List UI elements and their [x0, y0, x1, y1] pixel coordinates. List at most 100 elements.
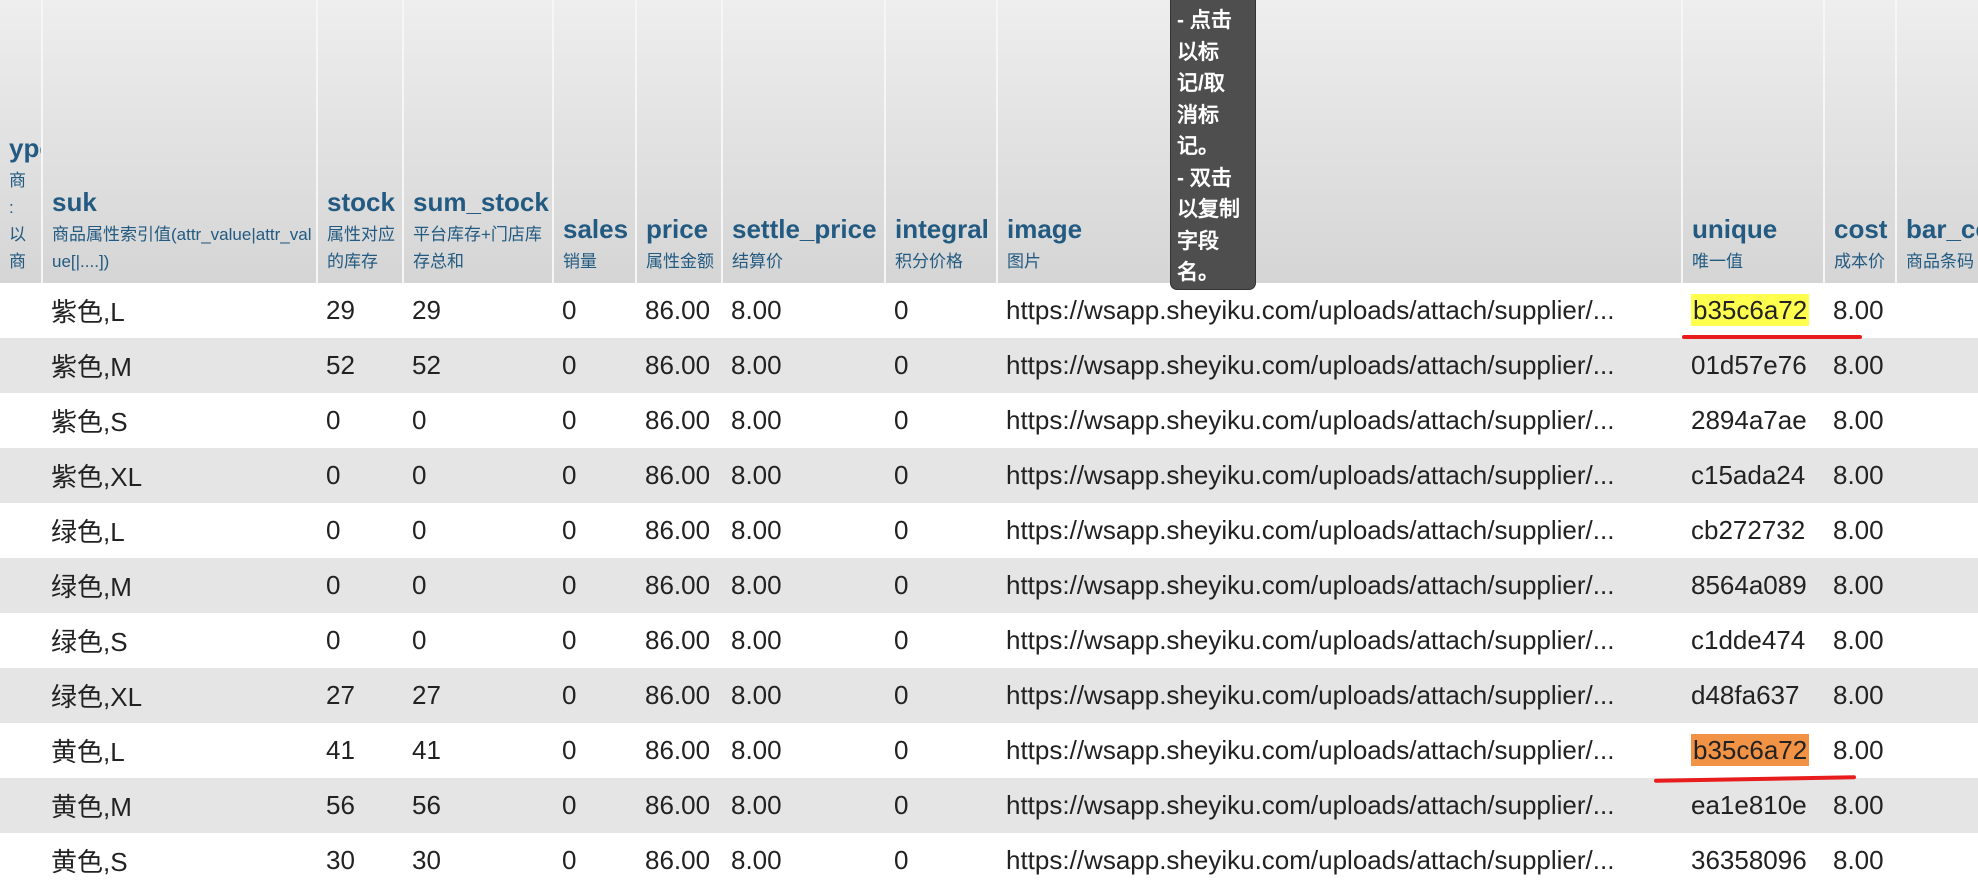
table-cell-type[interactable] — [0, 338, 42, 393]
table-cell-sales[interactable]: 0 — [553, 283, 636, 338]
table-cell-price[interactable]: 86.00 — [636, 448, 722, 503]
table-row[interactable]: 紫色,XL 0 0 0 86.00 8.00 0 https://wsapp.sheyiku.… — [0, 448, 1978, 503]
table-cell-sales[interactable]: 0 — [553, 338, 636, 393]
table-cell-unique[interactable]: b35c6a72 — [1682, 723, 1824, 778]
table-row[interactable]: 黄色,L 41 41 0 86.00 8.00 0 https://wsapp.sheyiku… — [0, 723, 1978, 778]
table-cell-suk[interactable]: 黄色,M — [42, 778, 317, 833]
table-cell-image[interactable]: https://wsapp.sheyiku.com/uploads/attach… — [997, 503, 1682, 558]
column-header-sales[interactable]: sales 销量 — [553, 0, 637, 283]
table-cell-unique[interactable]: 36358096 — [1682, 833, 1824, 888]
table-cell-integral[interactable]: 0 — [885, 668, 997, 723]
table-cell-suk[interactable]: 紫色,L — [42, 283, 317, 338]
table-row[interactable]: 紫色,M 52 52 0 86.00 8.00 0 https://wsapp.sheyiku… — [0, 338, 1978, 393]
column-header-price[interactable]: price 属性金额 — [636, 0, 723, 283]
table-cell-image[interactable]: https://wsapp.sheyiku.com/uploads/attach… — [997, 393, 1682, 448]
table-cell-cost[interactable]: 8.00 — [1824, 448, 1896, 503]
table-cell-type[interactable] — [0, 778, 42, 833]
table-cell-sum-stock[interactable]: 0 — [403, 503, 553, 558]
table-cell-image[interactable]: https://wsapp.sheyiku.com/uploads/attach… — [997, 283, 1682, 338]
table-cell-sum-stock[interactable]: 56 — [403, 778, 553, 833]
table-cell-suk[interactable]: 黄色,L — [42, 723, 317, 778]
table-cell-unique[interactable]: b35c6a72 — [1682, 283, 1824, 338]
table-cell-cost[interactable]: 8.00 — [1824, 723, 1896, 778]
table-cell-unique[interactable]: d48fa637 — [1682, 668, 1824, 723]
table-cell-price[interactable]: 86.00 — [636, 778, 722, 833]
column-header-settle-price[interactable]: settle_price 结算价 — [722, 0, 886, 283]
table-cell-suk[interactable]: 黄色,S — [42, 833, 317, 888]
table-cell-stock[interactable]: 27 — [317, 668, 403, 723]
table-cell-bar-code[interactable] — [1896, 778, 1978, 833]
table-cell-cost[interactable]: 8.00 — [1824, 503, 1896, 558]
table-cell-integral[interactable]: 0 — [885, 393, 997, 448]
table-cell-sales[interactable]: 0 — [553, 448, 636, 503]
table-cell-bar-code[interactable] — [1896, 668, 1978, 723]
table-cell-type[interactable] — [0, 283, 42, 338]
table-cell-bar-code[interactable] — [1896, 503, 1978, 558]
table-cell-suk[interactable]: 绿色,XL — [42, 668, 317, 723]
table-cell-sales[interactable]: 0 — [553, 668, 636, 723]
table-cell-settle-price[interactable]: 8.00 — [722, 448, 885, 503]
table-row[interactable]: 绿色,S 0 0 0 86.00 8.00 0 https://wsapp.sheyiku.c… — [0, 613, 1978, 668]
table-cell-price[interactable]: 86.00 — [636, 503, 722, 558]
table-cell-image[interactable]: https://wsapp.sheyiku.com/uploads/attach… — [997, 833, 1682, 888]
table-cell-type[interactable] — [0, 448, 42, 503]
table-cell-unique[interactable]: 8564a089 — [1682, 558, 1824, 613]
table-row[interactable]: 黄色,S 30 30 0 86.00 8.00 0 https://wsapp.sheyiku… — [0, 833, 1978, 888]
table-cell-bar-code[interactable] — [1896, 393, 1978, 448]
table-cell-sales[interactable]: 0 — [553, 558, 636, 613]
table-cell-sales[interactable]: 0 — [553, 613, 636, 668]
table-cell-sum-stock[interactable]: 0 — [403, 448, 553, 503]
table-cell-sum-stock[interactable]: 29 — [403, 283, 553, 338]
table-cell-sales[interactable]: 0 — [553, 833, 636, 888]
table-cell-stock[interactable]: 0 — [317, 448, 403, 503]
table-cell-stock[interactable]: 29 — [317, 283, 403, 338]
table-cell-sum-stock[interactable]: 0 — [403, 613, 553, 668]
table-cell-integral[interactable]: 0 — [885, 338, 997, 393]
table-cell-stock[interactable]: 0 — [317, 503, 403, 558]
table-cell-sales[interactable]: 0 — [553, 778, 636, 833]
table-cell-unique[interactable]: c15ada24 — [1682, 448, 1824, 503]
table-cell-type[interactable] — [0, 613, 42, 668]
table-cell-type[interactable] — [0, 393, 42, 448]
table-cell-settle-price[interactable]: 8.00 — [722, 393, 885, 448]
table-cell-stock[interactable]: 56 — [317, 778, 403, 833]
table-cell-suk[interactable]: 绿色,M — [42, 558, 317, 613]
table-cell-settle-price[interactable]: 8.00 — [722, 613, 885, 668]
table-cell-image[interactable]: https://wsapp.sheyiku.com/uploads/attach… — [997, 613, 1682, 668]
table-cell-cost[interactable]: 8.00 — [1824, 338, 1896, 393]
table-cell-integral[interactable]: 0 — [885, 503, 997, 558]
table-cell-price[interactable]: 86.00 — [636, 283, 722, 338]
table-cell-settle-price[interactable]: 8.00 — [722, 503, 885, 558]
table-cell-price[interactable]: 86.00 — [636, 558, 722, 613]
table-cell-unique[interactable]: c1dde474 — [1682, 613, 1824, 668]
table-cell-type[interactable] — [0, 723, 42, 778]
table-cell-image[interactable]: https://wsapp.sheyiku.com/uploads/attach… — [997, 338, 1682, 393]
table-cell-price[interactable]: 86.00 — [636, 613, 722, 668]
table-cell-stock[interactable]: 41 — [317, 723, 403, 778]
table-cell-price[interactable]: 86.00 — [636, 723, 722, 778]
table-cell-sum-stock[interactable]: 0 — [403, 393, 553, 448]
table-cell-stock[interactable]: 0 — [317, 613, 403, 668]
table-cell-sales[interactable]: 0 — [553, 503, 636, 558]
table-cell-sales[interactable]: 0 — [553, 723, 636, 778]
table-cell-image[interactable]: https://wsapp.sheyiku.com/uploads/attach… — [997, 448, 1682, 503]
column-header-image[interactable]: image 图片 — [997, 0, 1683, 283]
table-cell-price[interactable]: 86.00 — [636, 833, 722, 888]
table-cell-integral[interactable]: 0 — [885, 723, 997, 778]
table-cell-bar-code[interactable] — [1896, 833, 1978, 888]
table-cell-type[interactable] — [0, 833, 42, 888]
table-cell-settle-price[interactable]: 8.00 — [722, 558, 885, 613]
table-cell-sum-stock[interactable]: 30 — [403, 833, 553, 888]
column-header-sum-stock[interactable]: sum_stock 平台库存+门店库存总和 — [403, 0, 554, 283]
column-header-integral[interactable]: integral 积分价格 — [885, 0, 998, 283]
table-cell-bar-code[interactable] — [1896, 338, 1978, 393]
column-header-type[interactable]: ype 商 : 以商 — [0, 0, 43, 283]
table-cell-integral[interactable]: 0 — [885, 833, 997, 888]
table-cell-settle-price[interactable]: 8.00 — [722, 723, 885, 778]
table-cell-integral[interactable]: 0 — [885, 283, 997, 338]
table-cell-settle-price[interactable]: 8.00 — [722, 778, 885, 833]
table-cell-settle-price[interactable]: 8.00 — [722, 668, 885, 723]
table-cell-settle-price[interactable]: 8.00 — [722, 283, 885, 338]
table-cell-bar-code[interactable] — [1896, 283, 1978, 338]
table-cell-integral[interactable]: 0 — [885, 448, 997, 503]
